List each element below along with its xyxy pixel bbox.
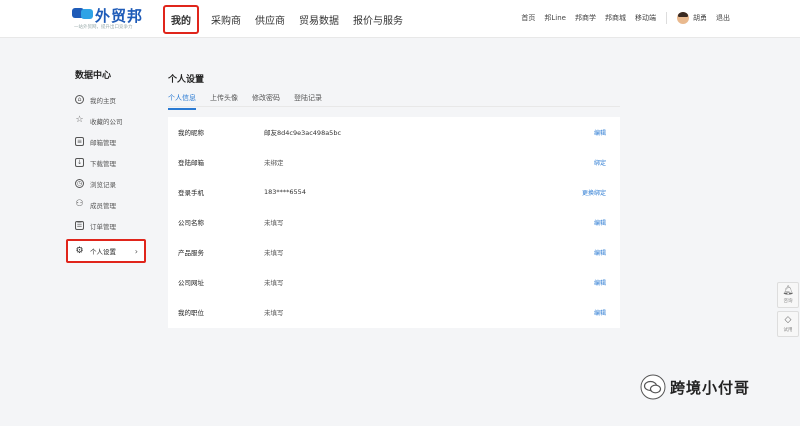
watermark-text: 跨境小付哥: [670, 378, 751, 397]
edit-website-link[interactable]: 编辑: [594, 278, 606, 287]
row-value: 未填写: [264, 309, 284, 317]
row-label: 登陆邮箱: [178, 159, 204, 167]
watermark: 跨境小付哥: [640, 374, 750, 400]
nav-divider: [666, 12, 667, 24]
edit-nickname-link[interactable]: 编辑: [594, 128, 606, 137]
nav-trade-data[interactable]: 贸易数据: [299, 12, 339, 27]
link-mall[interactable]: 邦商城: [605, 13, 626, 23]
row-label: 登录手机: [178, 189, 204, 197]
link-academy[interactable]: 邦商学: [575, 13, 596, 23]
sidebar-title: 数据中心: [75, 71, 112, 81]
download-icon: ↓: [75, 158, 84, 167]
row-position: 我的职位 未填写 编辑: [168, 297, 620, 327]
bell-icon: 🔔︎: [782, 285, 794, 296]
diamond-icon: ◇: [784, 314, 792, 325]
top-header: 外贸邦 一站外贸网，提升出口竞争力 我的 采购商 供应商 贸易数据 报价与服务 …: [0, 0, 800, 38]
page-title: 个人设置: [168, 75, 205, 85]
row-value: 未填写: [264, 279, 284, 287]
sidebar-item-label: 我的主页: [90, 96, 116, 105]
row-email: 登陆邮箱 未绑定 绑定: [168, 147, 620, 177]
sidebar-item-label: 成员管理: [90, 201, 116, 210]
row-website: 公司网址 未填写 编辑: [168, 267, 620, 297]
row-label: 公司名称: [178, 219, 204, 227]
nav-quotes-services[interactable]: 报价与服务: [353, 12, 403, 27]
sidebar-item-mailbox[interactable]: ≡ 邮箱管理: [66, 131, 152, 152]
wechat-icon: [640, 374, 666, 400]
vip-label: 试用: [783, 327, 793, 333]
chevron-right-icon: ›: [134, 246, 138, 256]
settings-tabs: 个人信息 上传头像 修改密码 登陆记录: [168, 93, 336, 110]
row-value: 未填写: [264, 249, 284, 257]
star-icon: ☆: [75, 115, 84, 125]
order-icon: ☰: [75, 221, 84, 230]
row-value: 未绑定: [264, 159, 284, 167]
link-home[interactable]: 首页: [521, 13, 535, 23]
sidebar-item-members[interactable]: ⚇ 成员管理: [66, 194, 152, 215]
row-value: 邮友8d4c9e3ac498a5bc: [264, 129, 342, 137]
logo-mark-icon: [72, 8, 93, 19]
sidebar-item-home[interactable]: ⌂ 我的主页: [66, 89, 152, 110]
logo-slogan: 一站外贸网，提升出口竞争力: [74, 25, 133, 30]
row-products: 产品服务 未填写 编辑: [168, 237, 620, 267]
main-nav: 我的 采购商 供应商 贸易数据 报价与服务: [163, 4, 417, 34]
sidebar-item-downloads[interactable]: ↓ 下载管理: [66, 152, 152, 173]
consult-label: 咨询: [783, 298, 793, 304]
link-mobile[interactable]: 移动端: [635, 13, 656, 23]
gear-icon: ⚙: [75, 245, 84, 256]
edit-position-link[interactable]: 编辑: [594, 308, 606, 317]
sidebar-item-settings[interactable]: ⚙ 个人设置 ›: [66, 239, 146, 263]
consult-button[interactable]: 🔔︎ 咨询: [777, 282, 799, 308]
nav-mine[interactable]: 我的: [163, 4, 199, 34]
sidebar-item-label: 下载管理: [90, 159, 116, 168]
mail-icon: ≡: [75, 137, 84, 146]
logout-link[interactable]: 退出: [716, 13, 730, 23]
user-name[interactable]: 胡勇: [693, 13, 707, 23]
row-label: 公司网址: [178, 279, 204, 287]
sidebar-item-label: 收藏的公司: [90, 117, 123, 126]
tab-personal-info[interactable]: 个人信息: [168, 93, 196, 110]
row-company-name: 公司名称 未填写 编辑: [168, 207, 620, 237]
nav-buyers[interactable]: 采购商: [211, 12, 241, 27]
sidebar: 数据中心 ⌂ 我的主页 ☆ 收藏的公司 ≡ 邮箱管理 ↓ 下载管理 ◷ 浏览记录…: [66, 68, 152, 263]
sidebar-item-label: 个人设置: [90, 248, 116, 256]
logo-text: 外贸邦: [95, 7, 144, 25]
nav-suppliers[interactable]: 供应商: [255, 12, 285, 27]
row-label: 我的昵称: [178, 129, 204, 137]
vip-trial-button[interactable]: ◇ 试用: [777, 311, 799, 337]
avatar[interactable]: [677, 12, 689, 24]
edit-company-name-link[interactable]: 编辑: [594, 218, 606, 227]
member-icon: ⚇: [75, 199, 84, 209]
tab-upload-avatar[interactable]: 上传头像: [210, 93, 238, 110]
row-value: 183****6554: [264, 188, 306, 196]
sidebar-item-label: 浏览记录: [90, 180, 116, 189]
edit-products-link[interactable]: 编辑: [594, 248, 606, 257]
row-phone: 登录手机 183****6554 更换绑定: [168, 177, 620, 207]
sidebar-item-label: 邮箱管理: [90, 138, 116, 147]
tab-change-password[interactable]: 修改密码: [252, 93, 280, 110]
site-logo[interactable]: 外贸邦 一站外贸网，提升出口竞争力: [72, 6, 154, 32]
link-bangline[interactable]: 邦Line: [544, 13, 566, 23]
sidebar-item-orders[interactable]: ☰ 订单管理: [66, 215, 152, 236]
home-icon: ⌂: [75, 95, 84, 104]
bind-email-link[interactable]: 绑定: [594, 158, 606, 167]
tab-login-history[interactable]: 登陆记录: [294, 93, 322, 110]
sidebar-item-history[interactable]: ◷ 浏览记录: [66, 173, 152, 194]
right-nav: 首页 邦Line 邦商学 邦商城 移动端 胡勇 退出: [512, 12, 730, 24]
row-nickname: 我的昵称 邮友8d4c9e3ac498a5bc 编辑: [168, 117, 620, 147]
sidebar-item-favorites[interactable]: ☆ 收藏的公司: [66, 110, 152, 131]
row-label: 我的职位: [178, 309, 204, 317]
tab-divider: [168, 106, 620, 107]
row-label: 产品服务: [178, 249, 204, 257]
change-phone-link[interactable]: 更换绑定: [582, 188, 606, 197]
row-value: 未填写: [264, 219, 284, 227]
clock-icon: ◷: [75, 179, 84, 188]
personal-info-panel: 我的昵称 邮友8d4c9e3ac498a5bc 编辑 登陆邮箱 未绑定 绑定 登…: [168, 117, 620, 328]
sidebar-item-label: 订单管理: [90, 222, 116, 231]
